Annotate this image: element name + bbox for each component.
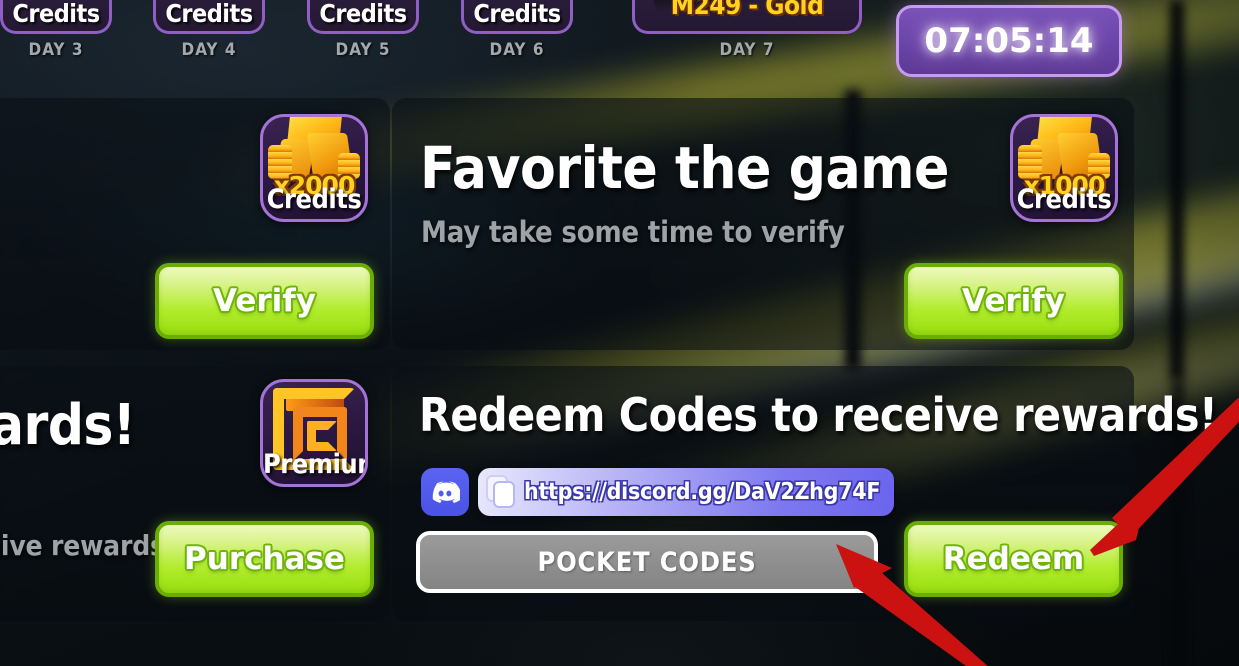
countdown-timer-value: 07:05:14: [924, 21, 1094, 61]
favorite-reward-icon-badge-right: x1000 Credits: [1010, 114, 1118, 222]
reward-label: Credits: [12, 0, 100, 28]
day-caption: DAY 7: [719, 40, 775, 60]
redeem-button-label: Redeem: [942, 541, 1085, 577]
countdown-timer: 07:05:14: [896, 5, 1122, 77]
daily-reward-day-3[interactable]: x500 Credits DAY 3: [0, 0, 115, 60]
favorite-reward-icon-badge: x2000 Credits: [260, 114, 368, 222]
day-caption: DAY 6: [489, 40, 545, 60]
favorite-panel-title: Favorite the game: [420, 134, 949, 202]
premium-reward-icon-badge: Premium: [260, 379, 368, 487]
discord-invite-pill[interactable]: https://discord.gg/DaV2Zhg74F: [478, 468, 895, 516]
code-input[interactable]: POCKET CODES: [416, 531, 878, 593]
discord-invite-row[interactable]: https://discord.gg/DaV2Zhg74F: [421, 468, 895, 516]
reward-label: Credits: [165, 0, 253, 28]
day-caption: DAY 3: [28, 40, 84, 60]
reward-badge: x1000 Credits: [153, 0, 265, 34]
verify-button-label: Verify: [213, 283, 316, 319]
reward-label: Credits: [473, 0, 561, 28]
day-caption: DAY 5: [335, 40, 391, 60]
daily-reward-day-6[interactable]: x3000 Credits DAY 6: [458, 0, 576, 60]
discord-invite-url: https://discord.gg/DaV2Zhg74F: [524, 479, 881, 505]
game-rewards-screen: x500 Credits DAY 3 x1000 Credits DAY 4 x…: [0, 0, 1239, 666]
reward-label: Credits: [1016, 184, 1112, 215]
daily-reward-day-4[interactable]: x1000 Credits DAY 4: [150, 0, 268, 60]
favorite-panel-subtitle: May take some time to verify: [421, 215, 845, 249]
reward-label: Premium: [263, 449, 365, 480]
reward-label: Credits: [319, 0, 407, 28]
reward-badge: x2000 Credits: [307, 0, 419, 34]
purchase-button[interactable]: Purchase: [155, 521, 374, 597]
verify-button-left[interactable]: Verify: [155, 263, 374, 339]
copy-icon[interactable]: [486, 475, 516, 509]
code-input-value: POCKET CODES: [537, 546, 757, 578]
verify-button-right[interactable]: Verify: [904, 263, 1123, 339]
left-cut-panel-subtitle: eive rewards!: [0, 529, 177, 562]
verify-button-label: Verify: [962, 283, 1065, 319]
redeem-panel-title: Redeem Codes to receive rewards!: [419, 388, 1218, 442]
discord-icon[interactable]: [421, 468, 469, 516]
reward-amount: M249 - Gold: [670, 0, 824, 21]
reward-badge: x500 Credits: [0, 0, 112, 34]
redeem-button[interactable]: Redeem: [904, 521, 1123, 597]
day-caption: DAY 4: [181, 40, 237, 60]
left-cut-panel-title: ards!: [0, 393, 136, 458]
daily-reward-day-7[interactable]: M249 - Gold DAY 7: [629, 0, 865, 60]
purchase-button-label: Purchase: [184, 541, 345, 577]
daily-reward-day-5[interactable]: x2000 Credits DAY 5: [304, 0, 422, 60]
reward-label: Credits: [266, 184, 362, 215]
reward-badge: x3000 Credits: [461, 0, 573, 34]
reward-badge: M249 - Gold: [632, 0, 862, 34]
